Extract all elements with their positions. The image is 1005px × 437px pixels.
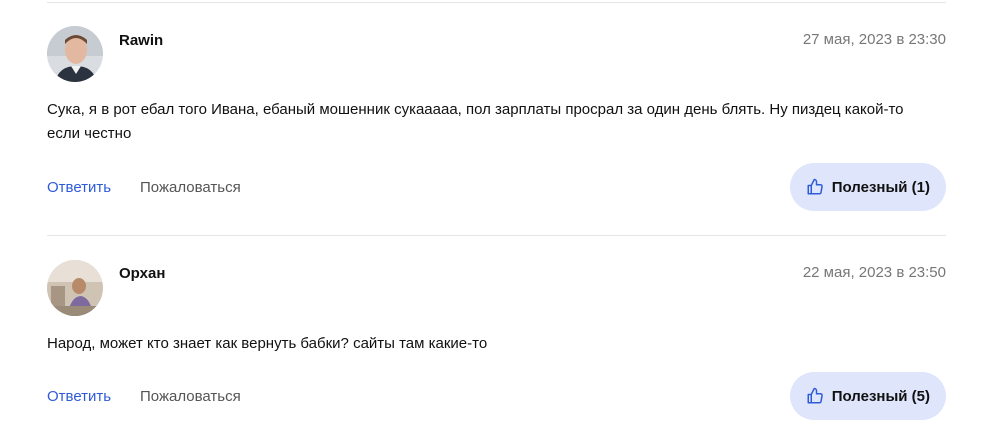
user-photo-avatar-icon	[47, 260, 103, 316]
avatar	[47, 26, 103, 82]
helpful-button[interactable]: Полезный (5)	[789, 372, 946, 420]
thumbs-up-icon	[807, 387, 823, 404]
review-text: Сука, я в рот ебал того Ивана, ебаный мо…	[47, 101, 904, 142]
complain-link[interactable]: Пожаловаться	[140, 179, 241, 196]
review-author: Rawin	[119, 32, 164, 49]
review-author: Орхан	[119, 265, 166, 282]
helpful-label: Полезный (5)	[831, 387, 930, 405]
thumbs-up-icon	[807, 178, 823, 195]
review-date: 27 мая, 2023 в 23:30	[802, 31, 946, 48]
review-text: Народ, может кто знает как вернуть бабки…	[47, 335, 488, 352]
complain-link[interactable]: Пожаловаться	[140, 388, 241, 405]
review-item: Rawin 27 мая, 2023 в 23:30 Сука, я в рот…	[47, 0, 946, 235]
avatar	[47, 260, 103, 316]
review-date: 22 мая, 2023 в 23:50	[802, 264, 946, 281]
reply-link[interactable]: Ответить	[47, 179, 111, 196]
helpful-label: Полезный (1)	[831, 178, 930, 196]
helpful-button[interactable]: Полезный (1)	[789, 163, 946, 211]
user-photo-avatar-icon	[47, 26, 103, 82]
reply-link[interactable]: Ответить	[47, 388, 111, 405]
review-item: Орхан 22 мая, 2023 в 23:50 Народ, может …	[47, 236, 946, 437]
